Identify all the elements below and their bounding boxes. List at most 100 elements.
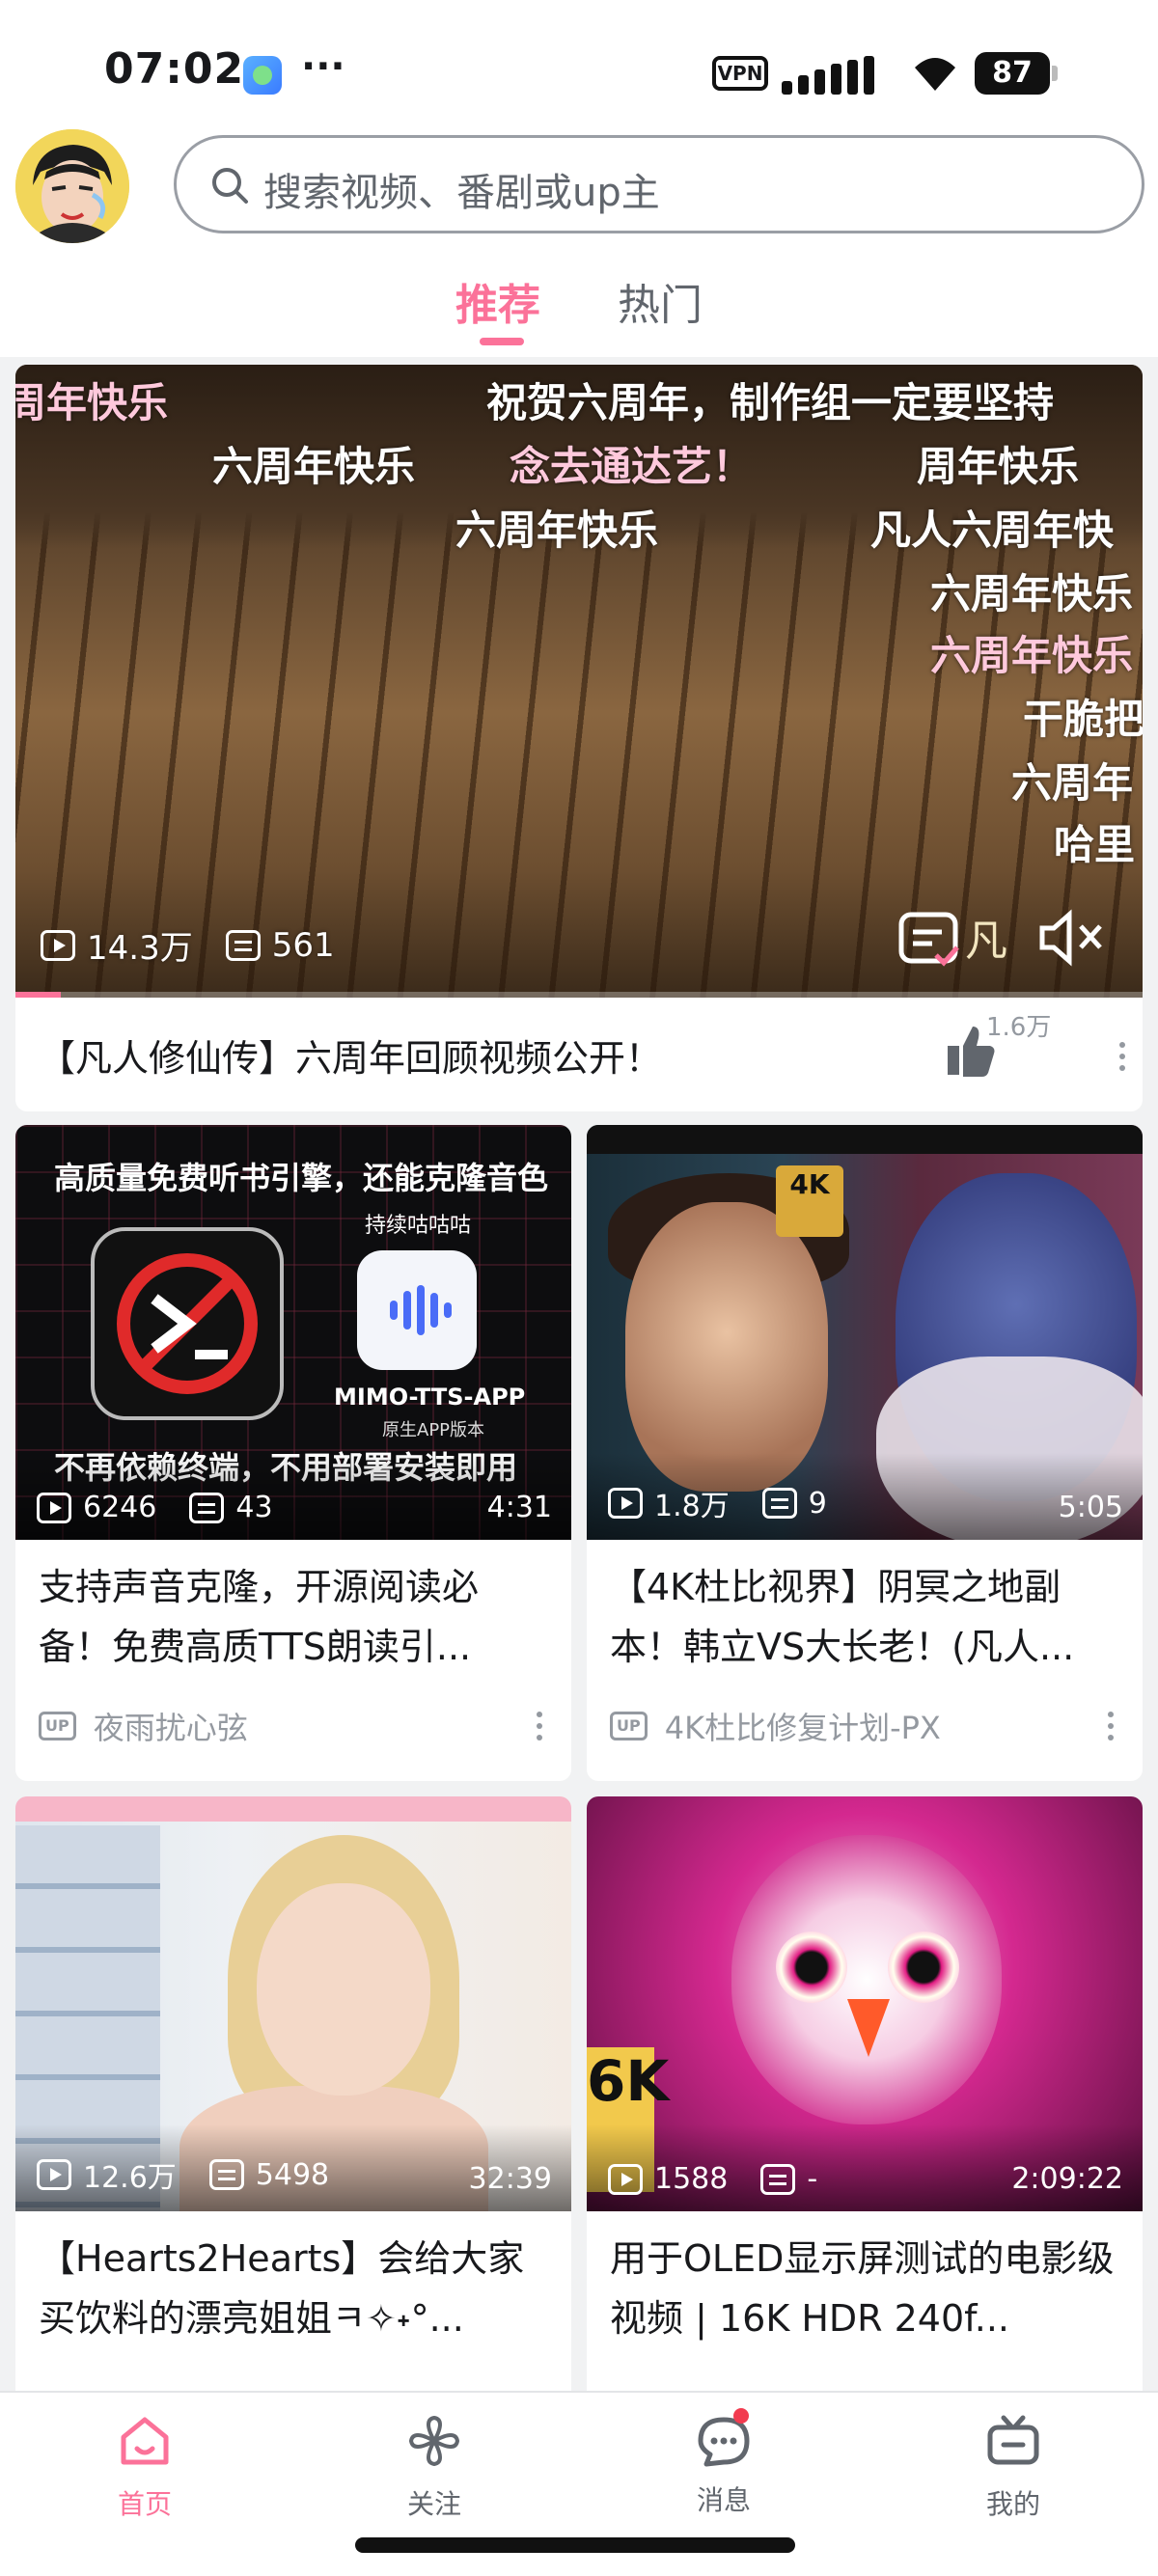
playback-progress (15, 992, 1143, 998)
play-count-icon (37, 2159, 71, 2190)
nav-follow-label: 关注 (406, 2488, 461, 2520)
up-badge-icon: UP (610, 1712, 648, 1740)
featured-video-player[interactable]: 周年快乐 祝贺六周年，制作组一定要坚持 六周年快乐 念去通达艺！ 周年快乐 六周… (15, 365, 1143, 998)
thumbnail-subheading: 持续咕咕咕 (365, 1214, 472, 1238)
view-count: 14.3万 (87, 929, 193, 968)
video-thumbnail[interactable]: 4K 1.8万 9 5:05 (587, 1125, 1143, 1540)
avatar[interactable] (15, 129, 129, 243)
video-duration: 5:05 (1058, 1491, 1123, 1524)
notification-app-icon (243, 56, 282, 95)
video-title[interactable]: 【4K杜比视界】阴冥之地副本！韩立VS大长老！(凡人... (610, 1557, 1121, 1677)
nav-messages[interactable]: 消息 (627, 2408, 820, 2518)
thumbnail-app-sub: 原生APP版本 (382, 1420, 485, 1440)
more-notifications-icon: ··· (301, 44, 345, 89)
danmaku-comment: 六周年快乐 (930, 570, 1134, 617)
more-options-icon[interactable] (1108, 1712, 1116, 1746)
uploader-name: 4K杜比修复计划-PX (664, 1710, 941, 1746)
video-thumbnail[interactable]: 6K 1588 - 2:09:22 (587, 1796, 1143, 2211)
status-time: 07:02 (104, 44, 245, 94)
danmaku-count: 9 (808, 1486, 827, 1521)
more-options-icon[interactable] (537, 1712, 544, 1746)
nav-profile-label: 我的 (985, 2488, 1040, 2520)
video-title[interactable]: 支持声音克隆，开源阅读必备！免费高质TTS朗读引... (39, 1557, 550, 1677)
signal-icon (782, 54, 890, 95)
view-count: 6246 (83, 1491, 157, 1524)
tab-recommend[interactable]: 推荐 (455, 270, 540, 332)
home-indicator[interactable] (355, 2537, 795, 2553)
view-count: 12.6万 (83, 2161, 177, 2195)
featured-video-title[interactable]: 【凡人修仙传】六周年回顾视频公开！ (39, 1028, 662, 1082)
home-icon (121, 2417, 169, 2465)
danmaku-count-icon (760, 2163, 796, 2195)
pinwheel-icon (409, 2416, 459, 2466)
battery-icon: 87 (975, 52, 1058, 95)
danmaku-comment: 六周年 (1011, 759, 1134, 807)
danmaku-count: - (807, 2162, 818, 2196)
video-duration: 32:39 (468, 2162, 552, 2196)
play-count-icon (37, 1492, 71, 1523)
video-stats: 1.8万 9 (608, 1482, 827, 1524)
video-stats: 12.6万 5498 (37, 2153, 329, 2196)
wifi-icon (915, 58, 955, 91)
view-count: 1588 (654, 2162, 729, 2196)
unread-dot (733, 2408, 749, 2424)
video-stats: 6246 43 (37, 1491, 273, 1524)
active-tab-indicator (480, 338, 524, 345)
video-title[interactable]: 【Hearts2Hearts】会给大家买饮料的漂亮姐姐ㅋ✧˖°... (39, 2229, 550, 2348)
video-card[interactable]: 12.6万 5498 32:39 【Hearts2Hearts】会给大家买饮料的… (15, 1796, 571, 2393)
nav-follow[interactable]: 关注 (338, 2412, 531, 2522)
app-header: 搜索视频、番剧或up主 推荐 热门 (0, 116, 1158, 357)
thumbnail-heading: 高质量免费听书引擎，还能克隆音色 (54, 1160, 549, 1196)
nav-profile[interactable]: 我的 (917, 2412, 1110, 2522)
audio-app-icon (357, 1250, 477, 1370)
video-stats: 1588 - (608, 2162, 817, 2196)
featured-video-card[interactable]: 周年快乐 祝贺六周年，制作组一定要坚持 六周年快乐 念去通达艺！ 周年快乐 六周… (15, 365, 1143, 1111)
danmaku-comment: 周年快乐 (15, 379, 169, 426)
danmaku-count-icon (225, 929, 261, 961)
uploader[interactable]: UP 4K杜比修复计划-PX (610, 1704, 941, 1748)
more-options-icon[interactable] (1119, 1042, 1127, 1077)
up-badge-icon: UP (39, 1712, 76, 1740)
nav-home-label: 首页 (117, 2488, 172, 2520)
danmaku-count-icon (208, 2159, 244, 2190)
video-feed[interactable]: 周年快乐 祝贺六周年，制作组一定要坚持 六周年快乐 念去通达艺！ 周年快乐 六周… (0, 357, 1158, 2393)
video-duration: 2:09:22 (1011, 2162, 1123, 2196)
mute-icon (1039, 909, 1102, 967)
danmaku-comment: 周年快乐 (917, 443, 1080, 490)
tv-icon (987, 2415, 1039, 2465)
video-card[interactable]: 高质量免费听书引擎，还能克隆音色 持续咕咕咕 MIMO-TTS-APP 原生AP… (15, 1125, 571, 1781)
video-card[interactable]: 4K 1.8万 9 5:05 【4K杜比视界】阴冥之地副本！韩立VS大长老！(凡… (587, 1125, 1143, 1781)
like-count: 1.6万 (986, 1013, 1052, 1042)
uploader[interactable]: UP 夜雨扰心弦 (39, 1704, 248, 1748)
danmaku-comment: 六周年快乐 (930, 632, 1134, 679)
nav-home[interactable]: 首页 (48, 2412, 241, 2522)
danmaku-comment: 祝贺六周年，制作组一定要坚持 (486, 379, 1055, 426)
status-bar: 07:02 ··· VPN 87 (0, 0, 1158, 135)
danmaku-comment: 六周年快乐 (212, 443, 416, 490)
nav-messages-label: 消息 (696, 2484, 751, 2516)
view-count: 1.8万 (654, 1490, 730, 1523)
danmaku-count: 5498 (255, 2157, 330, 2192)
play-count-icon (608, 2163, 643, 2195)
danmaku-toggle-icon (898, 912, 959, 967)
video-title[interactable]: 用于OLED显示屏测试的电影级视频 | 16K HDR 240f... (610, 2229, 1121, 2348)
thumbnail-app-name: MIMO-TTS-APP (334, 1384, 526, 1411)
video-card[interactable]: 6K 1588 - 2:09:22 用于OLED显示屏测试的电影级视频 | 16… (587, 1796, 1143, 2393)
video-thumbnail[interactable]: 12.6万 5498 32:39 (15, 1796, 571, 2211)
danmaku-comment: 凡人六周年快 (870, 507, 1115, 554)
4k-badge-icon: 4K (776, 1165, 843, 1237)
channel-watermark: 凡 (965, 917, 1007, 966)
play-count-icon (41, 929, 75, 961)
danmaku-comment: 哈里 (1054, 821, 1136, 868)
vpn-icon: VPN (712, 56, 768, 91)
feed-tabs: 推荐 热门 (0, 260, 1158, 357)
video-thumbnail[interactable]: 高质量免费听书引擎，还能克隆音色 持续咕咕咕 MIMO-TTS-APP 原生AP… (15, 1125, 571, 1540)
danmaku-comment: 干脆把 (1023, 696, 1143, 743)
search-placeholder: 搜索视频、番剧或up主 (263, 171, 660, 215)
search-bar[interactable]: 搜索视频、番剧或up主 (174, 135, 1144, 233)
danmaku-comment: 念去通达艺！ (510, 443, 754, 490)
featured-stats: 14.3万 561 (41, 921, 335, 969)
danmaku-count: 561 (271, 925, 335, 965)
danmaku-comment: 六周年快乐 (455, 507, 659, 554)
tab-hot[interactable]: 热门 (618, 270, 703, 332)
